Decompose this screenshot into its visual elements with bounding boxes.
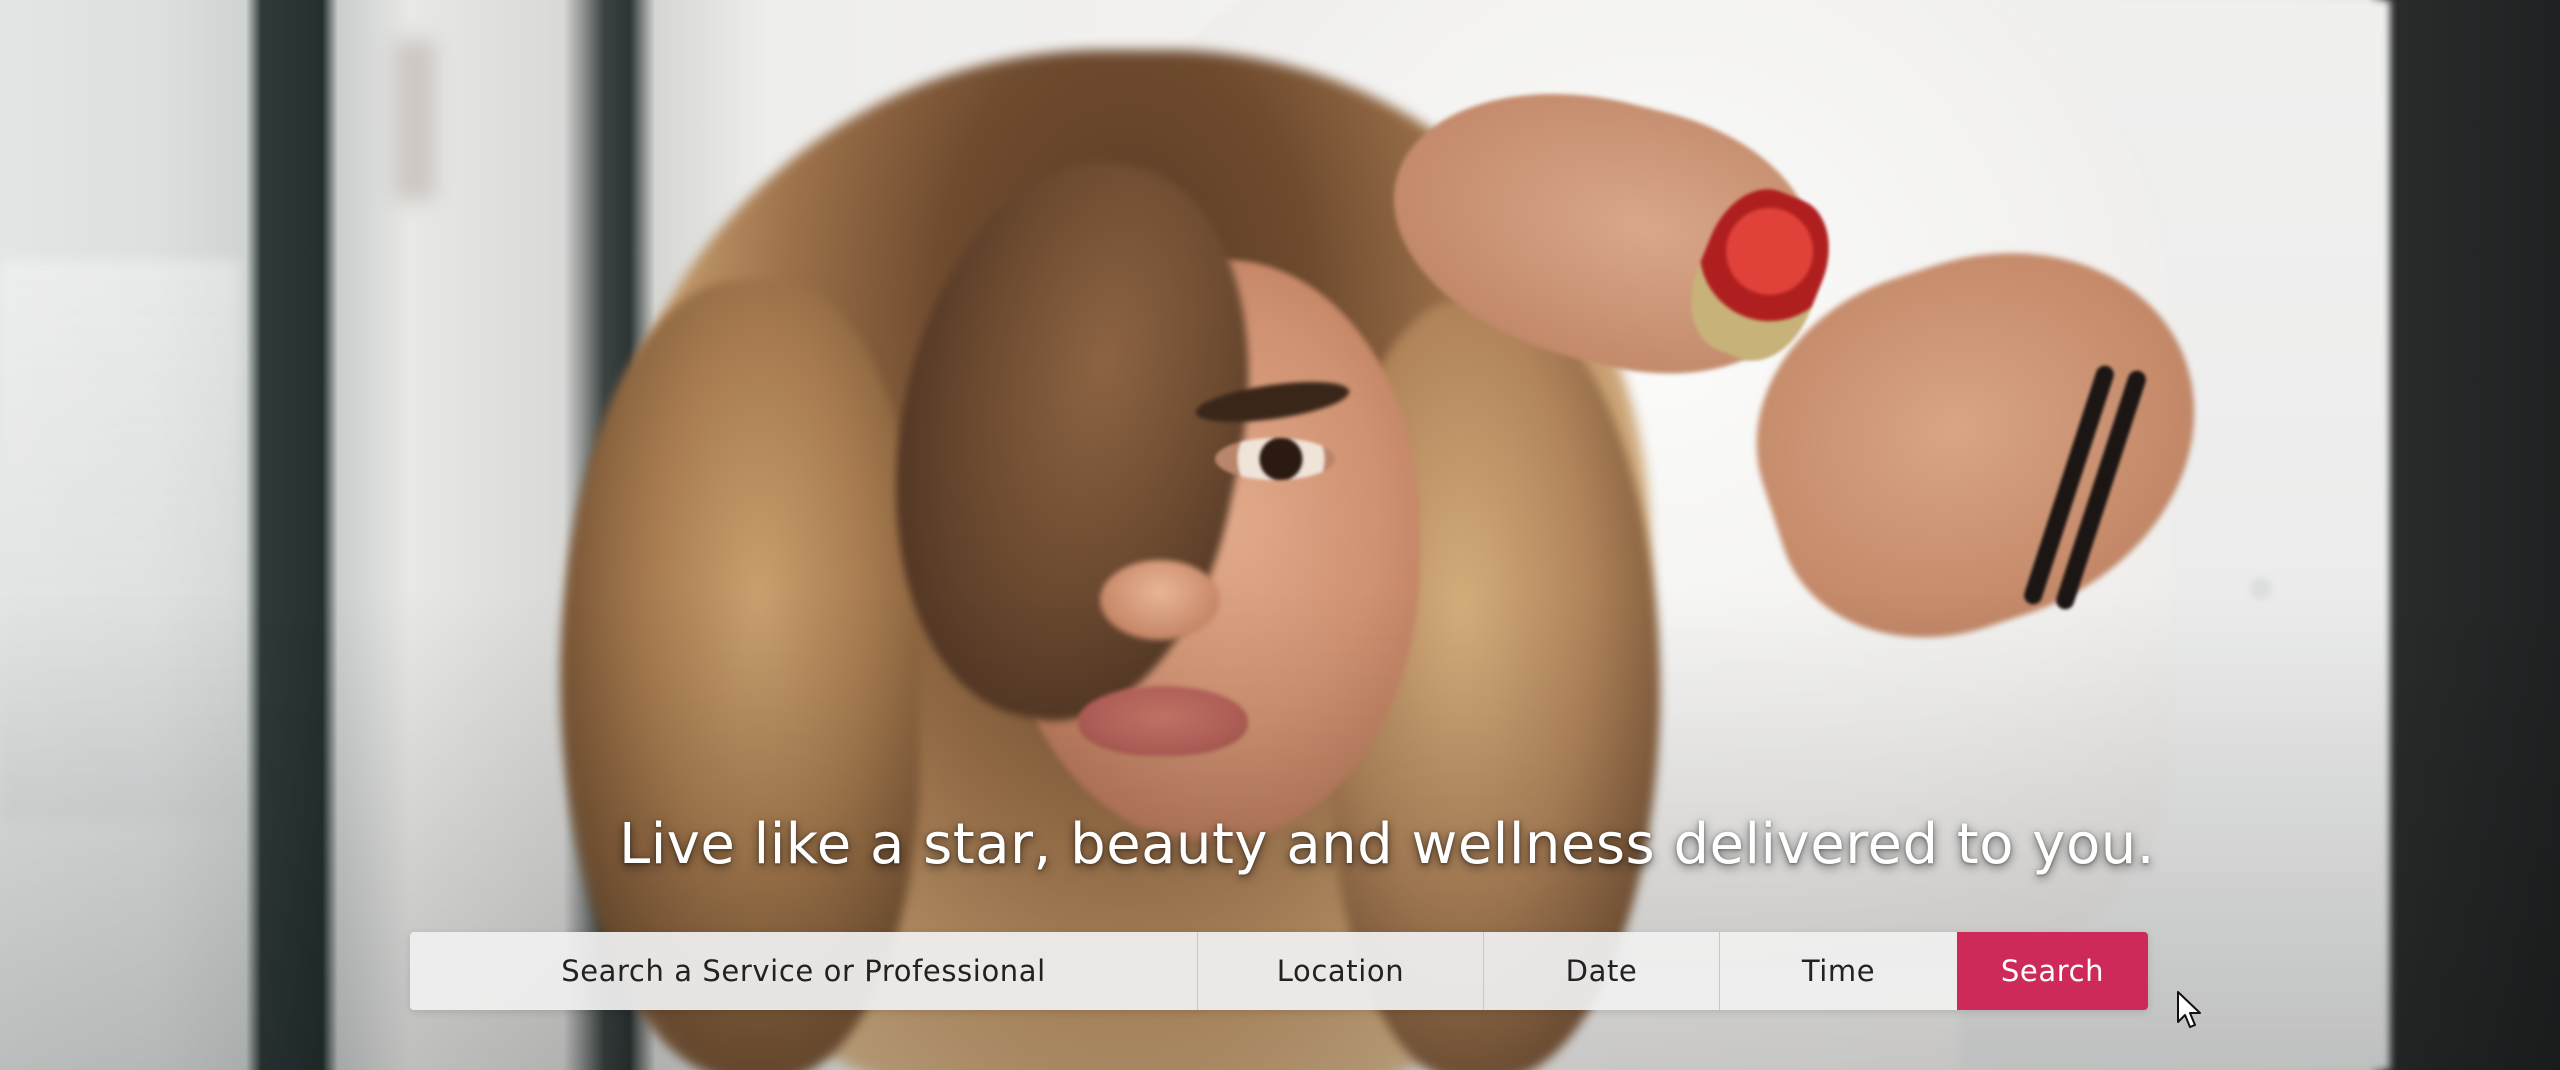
hero-section: Live like a star, beauty and wellness de… <box>0 0 2560 1070</box>
search-bar: Search a Service or Professional Locatio… <box>410 932 2148 1010</box>
mouse-pointer-icon <box>2177 991 2201 1028</box>
hero-shade-overlay <box>0 0 2560 1070</box>
hero-tagline: Live like a star, beauty and wellness de… <box>619 812 2155 877</box>
service-search-input[interactable]: Search a Service or Professional <box>410 932 1198 1010</box>
search-button[interactable]: Search <box>1957 932 2148 1010</box>
time-input[interactable]: Time <box>1720 932 1957 1010</box>
date-input[interactable]: Date <box>1484 932 1720 1010</box>
location-input[interactable]: Location <box>1198 932 1484 1010</box>
